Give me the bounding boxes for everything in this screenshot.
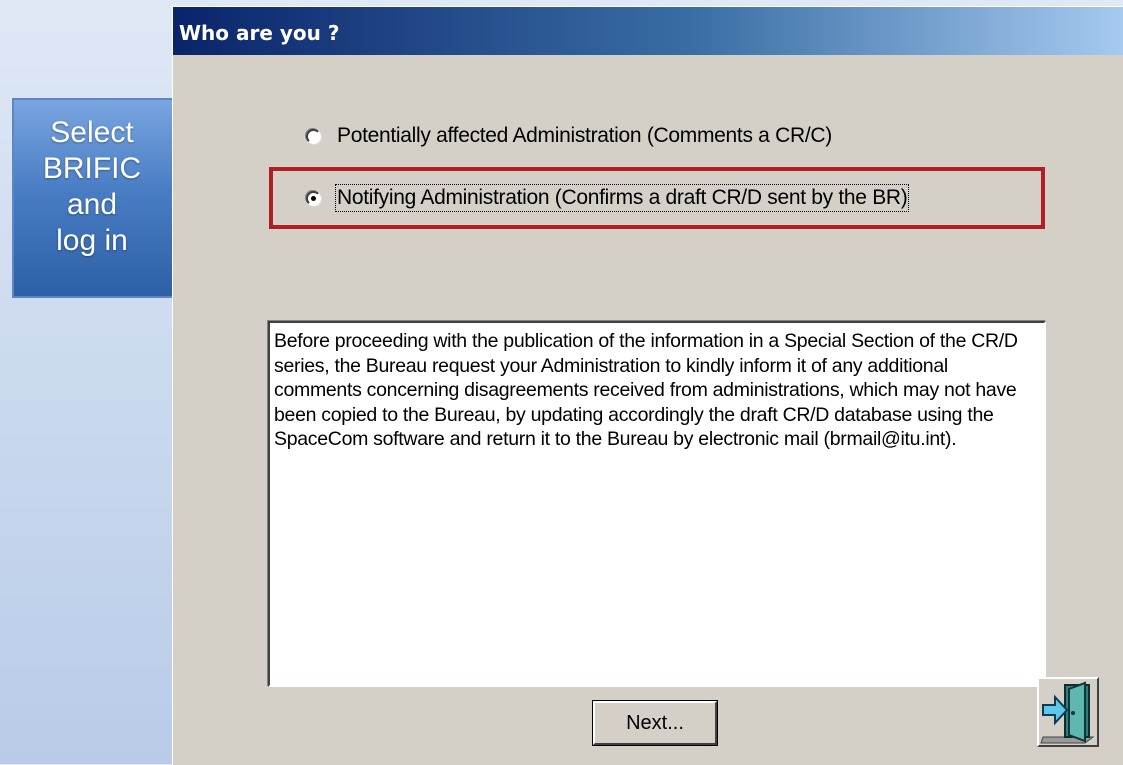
- callout-line: Select: [50, 116, 134, 149]
- callout-text: Select BRIFIC and log in: [9, 115, 175, 259]
- next-button[interactable]: Next...: [593, 701, 717, 745]
- info-textbox[interactable]: Before proceeding with the publication o…: [268, 321, 1046, 687]
- callout-line: and: [66, 188, 118, 221]
- option-potentially-affected[interactable]: Potentially affected Administration (Com…: [306, 121, 832, 151]
- who-are-you-dialog: Who are you ? Potentially affected Admin…: [172, 6, 1123, 765]
- dialog-title-bar: Who are you ?: [173, 7, 1123, 55]
- exit-button[interactable]: [1037, 677, 1099, 747]
- radio-button-icon[interactable]: [306, 128, 321, 144]
- exit-door-icon: [1040, 681, 1095, 744]
- dialog-title: Who are you ?: [179, 21, 340, 45]
- callout-line: BRIFIC: [42, 152, 142, 185]
- highlight-box: [269, 167, 1045, 229]
- option-label[interactable]: Potentially affected Administration (Com…: [337, 124, 832, 148]
- callout-line: log in: [56, 224, 128, 257]
